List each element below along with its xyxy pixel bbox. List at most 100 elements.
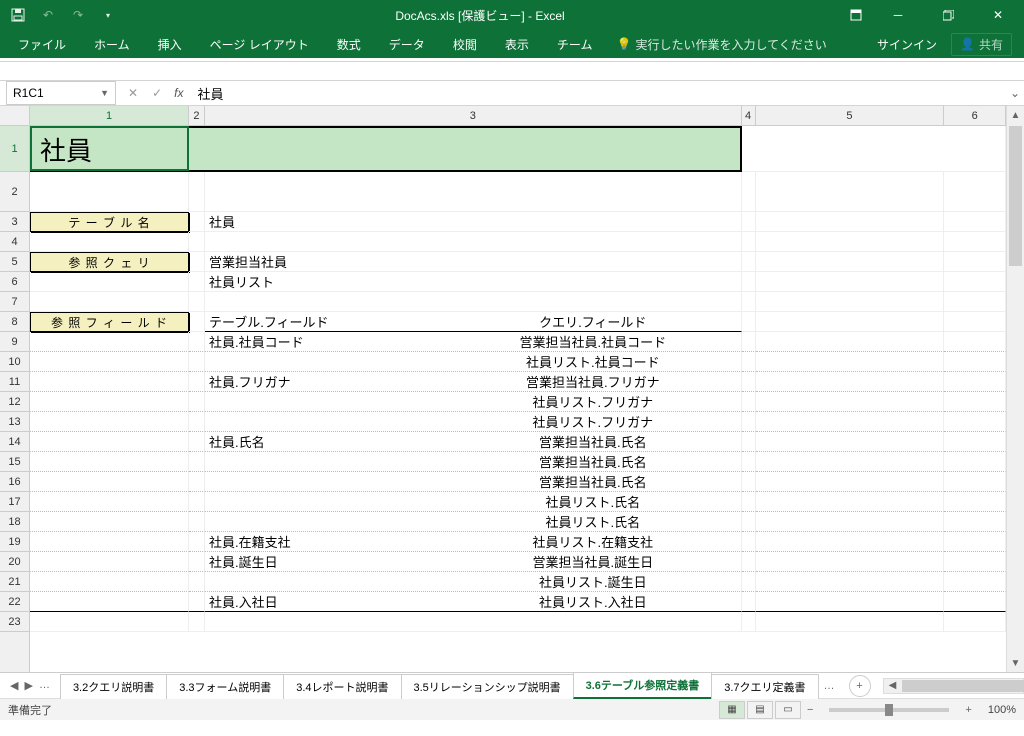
- cell[interactable]: [756, 212, 945, 232]
- tab-data[interactable]: データ: [375, 30, 439, 58]
- cell[interactable]: [742, 472, 756, 492]
- cell[interactable]: [756, 352, 945, 372]
- row-header[interactable]: 22: [0, 592, 29, 612]
- add-sheet-button[interactable]: +: [849, 675, 871, 697]
- cell[interactable]: [756, 272, 945, 292]
- tab-review[interactable]: 校閲: [439, 30, 491, 58]
- cell[interactable]: [742, 252, 756, 272]
- cell[interactable]: [944, 592, 1006, 612]
- cell[interactable]: [189, 592, 205, 612]
- cell[interactable]: 社員: [205, 212, 742, 232]
- formula-input[interactable]: [191, 86, 1006, 101]
- cell[interactable]: [30, 472, 189, 492]
- cell[interactable]: [189, 312, 205, 332]
- field-row[interactable]: 社員リスト.誕生日: [205, 572, 742, 592]
- tab-file[interactable]: ファイル: [4, 30, 80, 58]
- field-row[interactable]: 社員リスト.氏名: [205, 512, 742, 532]
- horizontal-scrollbar[interactable]: ◀ ▶: [883, 678, 1024, 694]
- cell[interactable]: [189, 612, 205, 632]
- cell[interactable]: [944, 392, 1006, 412]
- signin-link[interactable]: サインイン: [877, 36, 937, 53]
- row-header[interactable]: 14: [0, 432, 29, 452]
- row-header[interactable]: 19: [0, 532, 29, 552]
- cell[interactable]: [742, 552, 756, 572]
- cell[interactable]: [189, 492, 205, 512]
- col-header[interactable]: 1: [30, 106, 189, 125]
- field-row[interactable]: 社員.在籍支社社員リスト.在籍支社: [205, 532, 742, 552]
- cell[interactable]: [189, 412, 205, 432]
- cell[interactable]: [30, 612, 189, 632]
- cell[interactable]: [756, 232, 945, 252]
- row-header[interactable]: 11: [0, 372, 29, 392]
- zoom-slider[interactable]: [829, 708, 949, 712]
- cell[interactable]: [30, 512, 189, 532]
- cell[interactable]: [944, 612, 1006, 632]
- cell[interactable]: [742, 512, 756, 532]
- tab-pagelayout[interactable]: ページ レイアウト: [196, 30, 323, 58]
- row-header[interactable]: 17: [0, 492, 29, 512]
- cell[interactable]: [30, 352, 189, 372]
- cell[interactable]: [742, 452, 756, 472]
- cell[interactable]: [944, 312, 1006, 332]
- cells[interactable]: 社員テ ー ブ ル 名社員参 照 ク ェ リ営業担当社員社員リスト参 照 フ ィ…: [30, 126, 1006, 672]
- cell[interactable]: [756, 172, 945, 212]
- sheet-tab[interactable]: 3.7クエリ定義書: [711, 674, 818, 699]
- field-row[interactable]: 社員リスト.社員コード: [205, 352, 742, 372]
- yellow-label[interactable]: テ ー ブ ル 名: [30, 212, 189, 232]
- sheet-tab[interactable]: 3.5リレーションシップ説明書: [401, 674, 574, 699]
- sheet-tab[interactable]: 3.3フォーム説明書: [166, 674, 284, 699]
- cell[interactable]: [944, 512, 1006, 532]
- cell[interactable]: [756, 432, 945, 452]
- scrollbar-thumb[interactable]: [1009, 126, 1022, 266]
- cell[interactable]: [189, 212, 205, 232]
- cell[interactable]: [944, 352, 1006, 372]
- tab-home[interactable]: ホーム: [80, 30, 144, 58]
- cell[interactable]: [30, 332, 189, 352]
- cell[interactable]: [30, 532, 189, 552]
- cell[interactable]: [30, 232, 189, 252]
- cell[interactable]: [944, 472, 1006, 492]
- yellow-label[interactable]: 参 照 ク ェ リ: [30, 252, 189, 272]
- cell[interactable]: [944, 252, 1006, 272]
- cell[interactable]: [742, 372, 756, 392]
- cell[interactable]: [944, 172, 1006, 212]
- tab-insert[interactable]: 挿入: [144, 30, 196, 58]
- cell[interactable]: [189, 172, 205, 212]
- cell[interactable]: [944, 552, 1006, 572]
- view-normal-icon[interactable]: ▦: [719, 701, 745, 719]
- cell[interactable]: [189, 452, 205, 472]
- cell[interactable]: [756, 572, 945, 592]
- cell[interactable]: [944, 332, 1006, 352]
- field-row[interactable]: 社員.氏名営業担当社員.氏名: [205, 432, 742, 452]
- row-header[interactable]: 16: [0, 472, 29, 492]
- cell[interactable]: [944, 492, 1006, 512]
- cell[interactable]: [742, 432, 756, 452]
- tab-formulas[interactable]: 数式: [323, 30, 375, 58]
- row-header[interactable]: 5: [0, 252, 29, 272]
- field-row[interactable]: 営業担当社員.氏名: [205, 452, 742, 472]
- cell[interactable]: [30, 172, 189, 212]
- cell[interactable]: [30, 392, 189, 412]
- cell[interactable]: [189, 512, 205, 532]
- cell[interactable]: [189, 532, 205, 552]
- field-row[interactable]: 社員.社員コード営業担当社員.社員コード: [205, 332, 742, 352]
- cell[interactable]: [756, 252, 945, 272]
- undo-icon[interactable]: ↶: [38, 5, 58, 25]
- row-header[interactable]: 6: [0, 272, 29, 292]
- cell[interactable]: [30, 412, 189, 432]
- cell[interactable]: 社員リスト: [205, 272, 742, 292]
- zoom-out-button[interactable]: −: [801, 704, 819, 716]
- cell[interactable]: [756, 332, 945, 352]
- cell[interactable]: [189, 252, 205, 272]
- row-header[interactable]: 2: [0, 172, 29, 212]
- cell[interactable]: [756, 452, 945, 472]
- cell[interactable]: [742, 272, 756, 292]
- cell[interactable]: [756, 472, 945, 492]
- row-header[interactable]: 7: [0, 292, 29, 312]
- row-header[interactable]: 21: [0, 572, 29, 592]
- cell[interactable]: [756, 372, 945, 392]
- col-header[interactable]: 2: [189, 106, 205, 125]
- field-row[interactable]: 社員.入社日社員リスト.入社日: [205, 592, 742, 612]
- cell[interactable]: [189, 126, 742, 172]
- tab-view[interactable]: 表示: [491, 30, 543, 58]
